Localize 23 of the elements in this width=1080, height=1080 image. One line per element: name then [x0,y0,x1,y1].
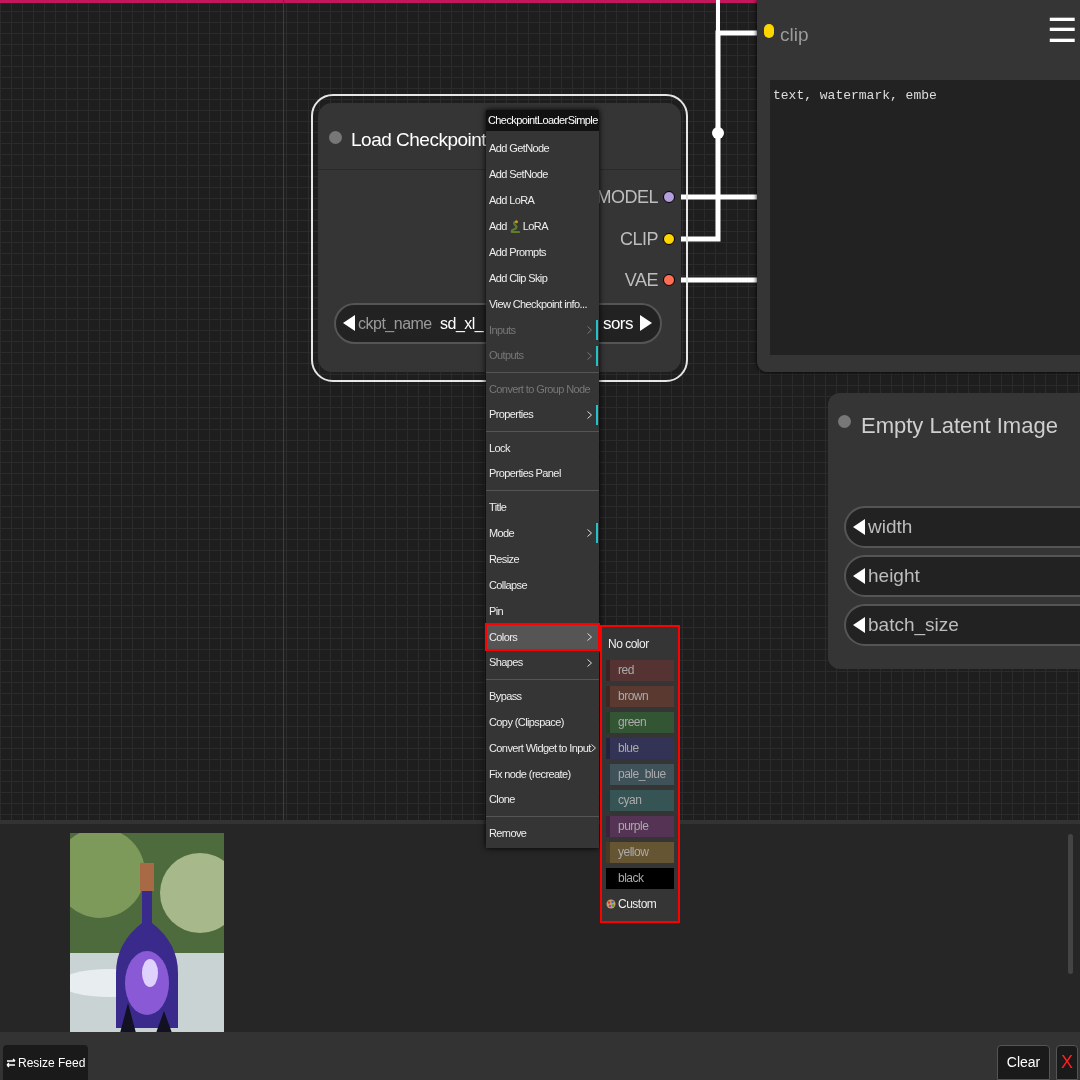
menu-item-text: Add [489,218,507,234]
input-label: clip [780,23,809,47]
widget-value: sd_xl_ [440,314,484,334]
widget-value: sors [602,313,633,335]
output-label: MODEL [596,186,658,208]
menu-item-text: Properties [489,407,534,423]
menu-item-text: Convert Widget to Input [489,740,591,756]
menu-item-text: Shapes [489,655,523,671]
output-label: VAE [624,269,658,291]
node-title: Empty Latent Image [861,412,1058,440]
widget-label: batch_size [868,613,959,637]
menu-item-text: Custom [618,896,657,913]
menu-item-text: Colors [489,629,518,645]
widget-label: height [868,564,920,588]
widget-label: ckpt_name [358,314,432,334]
node-title: Load Checkpoint [351,128,487,152]
menu-item-text: Outputs [489,348,524,364]
widget-label: width [868,515,913,539]
menu-item-text: LoRA [522,218,548,234]
menu-item-text: Mode [489,525,515,541]
menu-item-text: Inputs [489,322,516,338]
output-label: CLIP [619,228,658,250]
menu-title: CheckpointLoaderSimple [486,110,599,131]
